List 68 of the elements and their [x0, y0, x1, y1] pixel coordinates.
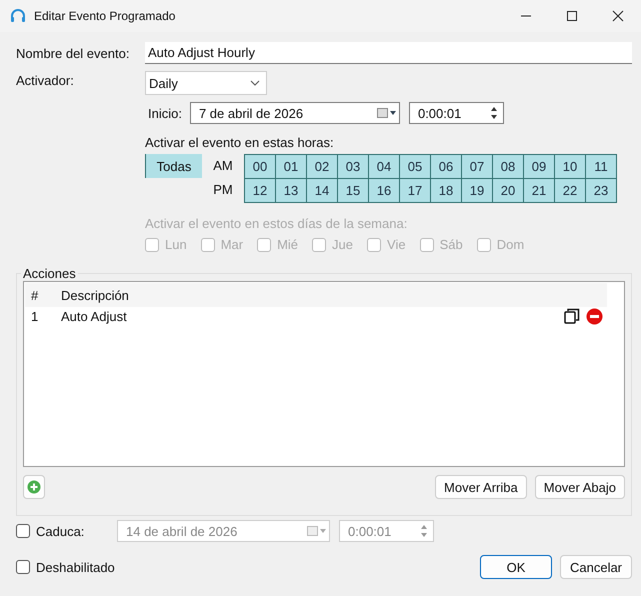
hour-toggle[interactable]: 14 [306, 178, 338, 203]
field-label: Nombre del evento: [16, 45, 130, 61]
checkbox-label: Deshabilitado [36, 560, 115, 574]
checkbox-label: Dom [496, 237, 524, 252]
hour-toggle[interactable]: 22 [554, 178, 586, 203]
hour-toggle[interactable]: 13 [275, 178, 307, 203]
hour-toggle[interactable]: 00 [244, 154, 276, 179]
close-icon[interactable] [612, 10, 624, 22]
field-label: Inicio: [148, 106, 182, 120]
start-date-picker[interactable]: 7 de abril de 2026 [190, 102, 400, 124]
section-label: Activar el evento en estas horas: [145, 135, 335, 150]
checkbox-label: Caduca: [36, 524, 86, 538]
move-button[interactable]: Mover Arriba [435, 475, 527, 499]
column-header: Descripción [61, 288, 129, 302]
pm-label: PM [212, 181, 234, 199]
event-name-field[interactable]: Auto Adjust Hourly [145, 42, 632, 64]
hour-toggle[interactable]: 20 [492, 178, 524, 203]
checkbox-label: Mié [277, 237, 298, 252]
hour-toggle[interactable]: 23 [585, 178, 617, 203]
hour-toggle[interactable]: 05 [399, 154, 431, 179]
move-button[interactable]: Mover Abajo [534, 475, 625, 499]
dialog-button[interactable]: OK [480, 555, 552, 579]
hour-toggle[interactable]: 08 [492, 154, 524, 179]
hour-toggle[interactable]: 11 [585, 154, 617, 179]
hour-toggle[interactable]: 17 [399, 178, 431, 203]
remove-icon[interactable] [586, 308, 603, 324]
checkbox-label: Jue [332, 237, 354, 252]
window-title: Editar Evento Programado [34, 9, 176, 23]
checkbox-label: Sáb [440, 237, 463, 252]
plus-icon [27, 480, 41, 494]
hour-toggle[interactable]: 02 [306, 154, 338, 179]
hour-toggle[interactable]: 09 [523, 154, 555, 179]
group-title: Acciones [22, 266, 77, 281]
hour-toggle[interactable]: 01 [275, 154, 307, 179]
hour-toggle[interactable]: 21 [523, 178, 555, 203]
hour-toggle[interactable]: 12 [244, 178, 276, 203]
am-label: AM [212, 157, 234, 175]
table-cell-text: Auto Adjust [61, 308, 128, 324]
hour-toggle[interactable]: 03 [337, 154, 369, 179]
expiry-time-field[interactable]: 0:00:01 [339, 520, 434, 542]
calendar-icon [376, 108, 397, 118]
hour-toggle[interactable]: 04 [368, 154, 400, 179]
start-time-field[interactable]: 0:00:01 [408, 102, 504, 124]
hour-toggle[interactable]: 18 [430, 178, 462, 203]
hour-toggle[interactable]: 15 [337, 178, 369, 203]
hour-toggle[interactable]: 19 [461, 178, 493, 203]
maximize-icon[interactable] [566, 10, 578, 22]
all-hours-button[interactable]: Todas [145, 154, 202, 178]
field-label: Activador: [16, 72, 75, 88]
table-cell-text: 1 [30, 308, 40, 324]
copy-icon[interactable] [564, 308, 580, 324]
trigger-dropdown[interactable]: Daily [145, 71, 267, 95]
dialog-button[interactable]: Cancelar [560, 555, 632, 579]
hour-toggle[interactable]: 16 [368, 178, 400, 203]
hour-toggle[interactable]: 10 [554, 154, 586, 179]
add-button[interactable] [23, 475, 45, 499]
chevron-down-icon [250, 80, 260, 86]
checkbox-label: Vie [387, 237, 406, 252]
expiry-date-picker[interactable]: 14 de abril de 2026 [117, 520, 330, 542]
checkbox-label: Mar [220, 237, 244, 252]
column-header: # [30, 288, 40, 302]
checkbox-label: Lun [165, 237, 187, 252]
hour-toggle[interactable]: 06 [430, 154, 462, 179]
headphones-icon [10, 8, 26, 24]
hour-toggle[interactable]: 07 [461, 154, 493, 179]
calendar-icon [307, 526, 327, 536]
section-label: Activar el evento en estos días de la semana: [145, 216, 408, 231]
expires-checkbox[interactable] [16, 524, 30, 538]
